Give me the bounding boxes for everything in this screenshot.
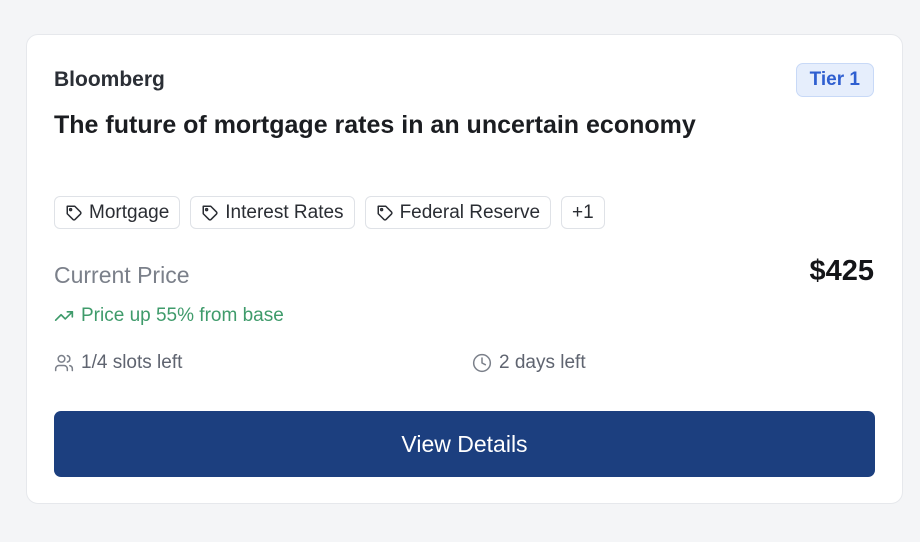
tag-interest-rates[interactable]: Interest Rates (190, 196, 355, 229)
tag-list: Mortgage Interest Rates Federal Reserve … (54, 196, 605, 229)
article-title: The future of mortgage rates in an uncer… (54, 111, 696, 139)
tag-label: Mortgage (89, 201, 170, 223)
tag-federal-reserve[interactable]: Federal Reserve (364, 196, 552, 229)
slots-text: 1/4 slots left (81, 352, 183, 373)
tag-label: Federal Reserve (399, 201, 541, 223)
slots-info: 1/4 slots left (54, 352, 182, 374)
tag-icon (65, 204, 83, 222)
tag-mortgage[interactable]: Mortgage (54, 196, 181, 229)
listing-card: Bloomberg Tier 1 The future of mortgage … (26, 34, 903, 504)
tier-badge: Tier 1 (795, 63, 874, 97)
view-details-button[interactable]: View Details (54, 411, 875, 477)
tag-icon (201, 204, 219, 222)
price-label: Current Price (54, 262, 190, 288)
clock-icon (472, 353, 492, 373)
tag-icon (376, 204, 394, 222)
price-value: $425 (809, 255, 874, 287)
source-name: Bloomberg (54, 68, 165, 91)
users-icon (54, 353, 74, 373)
tag-label: Interest Rates (225, 201, 344, 223)
time-info: 2 days left (472, 352, 586, 374)
more-tags-button[interactable]: +1 (561, 196, 605, 229)
trend-text: Price up 55% from base (81, 305, 284, 326)
time-text: 2 days left (499, 352, 586, 373)
price-trend: Price up 55% from base (54, 305, 284, 327)
trending-up-icon (54, 306, 74, 326)
